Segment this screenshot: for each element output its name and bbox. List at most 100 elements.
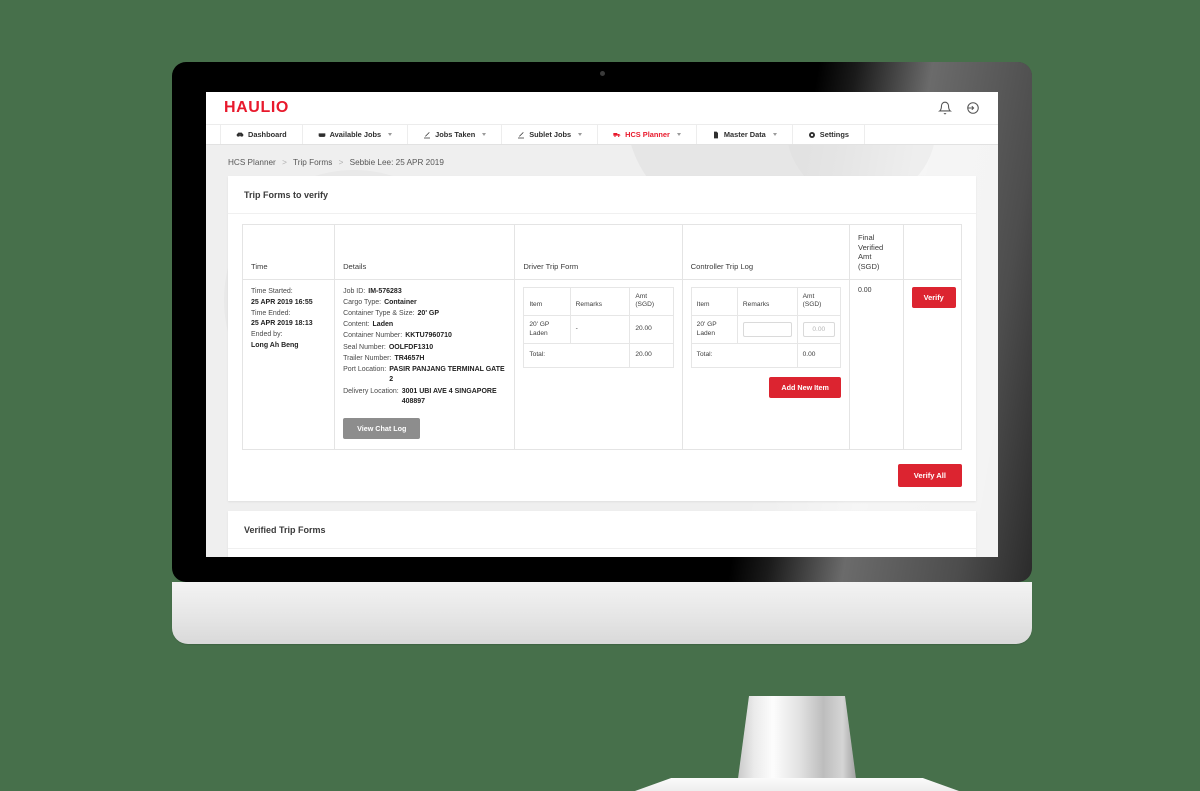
detail-cargo-type: Cargo Type: Container [343, 299, 417, 306]
ended-by-value: Long Ah Beng [251, 342, 299, 350]
breadcrumb-item-trip-forms[interactable]: Trip Forms [293, 158, 332, 167]
haulio-app: HAULIO Dashboard Available Jobs Jobs Tak… [206, 92, 998, 557]
time-started-value: 25 APR 2019 16:55 [251, 298, 313, 306]
topbar-actions [938, 101, 980, 115]
view-chat-log-button[interactable]: View Chat Log [343, 418, 421, 440]
main-navigation: Dashboard Available Jobs Jobs Taken Subl… [206, 124, 998, 145]
table-header-row: Time Details Driver Trip Form Controller… [241, 224, 963, 280]
column-header-time: Time [241, 224, 336, 280]
controller-total-row: Total: 0.00 [690, 343, 841, 369]
controller-item-name: 20' GP Laden [690, 314, 738, 345]
detail-seal-number: Seal Number: OOLFDF1310 [343, 343, 434, 351]
chevron-down-icon [388, 133, 393, 136]
nav-label: Dashboard [248, 130, 287, 139]
driver-item-amt: 20.00 [629, 314, 674, 345]
controller-item-amt-cell [796, 314, 841, 345]
controller-col-amt: Amt (SGD) [796, 286, 841, 317]
breadcrumb-separator: > [338, 158, 344, 167]
gear-icon [808, 131, 816, 139]
column-header-final-verified-amt: Final Verified Amt (SGD) [848, 224, 904, 280]
monitor-chin [172, 582, 1032, 644]
column-header-driver-trip-form: Driver Trip Form [514, 224, 683, 280]
driver-item-remarks: - [569, 314, 631, 345]
nav-label: Sublet Jobs [529, 130, 572, 139]
time-started: Time Started: 25 APR 2019 16:55 Time End… [251, 287, 326, 352]
controller-amt-input[interactable] [802, 322, 835, 338]
column-header-actions [902, 224, 963, 280]
ended-by-label: Ended by: [251, 331, 283, 339]
logout-icon[interactable] [966, 101, 980, 115]
cell-controller-trip-log: Item Remarks Amt (SGD) 20' GP Laden 0.00… [681, 278, 850, 450]
nav-item-hcs-planner[interactable]: HCS Planner [598, 125, 697, 144]
final-line-3: Amt (SGD) [857, 252, 880, 272]
detail-port-location: Port Location: PASIR PANJANG TERMINAL GA… [343, 365, 505, 384]
add-new-item-button[interactable]: Add New Item [769, 377, 841, 399]
cell-details: Job ID: IM-576283 Cargo Type: Container [334, 278, 516, 450]
brand-logo[interactable]: HAULIO [224, 99, 289, 117]
bell-icon[interactable] [938, 101, 952, 115]
column-header-details: Details [334, 224, 516, 280]
nav-item-available-jobs[interactable]: Available Jobs [303, 125, 409, 144]
monitor-stand-base [627, 778, 967, 791]
detail-container-number: Container Number: KKTU7960710 [343, 332, 452, 340]
dashboard-icon [236, 131, 244, 139]
breadcrumb-item-current: Sebbie Lee: 25 APR 2019 [349, 158, 444, 167]
final-line-1: Final [857, 233, 875, 242]
cell-actions: Verify [902, 278, 963, 450]
controller-remarks-input[interactable] [742, 322, 792, 338]
driver-trip-form-table: Item Remarks Amt (SGD) 20' GP Laden - 20… [523, 286, 674, 369]
nav-item-dashboard[interactable]: Dashboard [220, 125, 303, 144]
detail-trailer-number: Trailer Number: TR4657H [343, 354, 425, 362]
cell-final-verified-amt: 0.00 [848, 278, 904, 450]
monitor-mockup: HAULIO Dashboard Available Jobs Jobs Tak… [172, 62, 1032, 791]
cell-driver-trip-form: Item Remarks Amt (SGD) 20' GP Laden - 20… [514, 278, 683, 450]
column-header-controller-trip-log: Controller Trip Log [681, 224, 850, 280]
table-body: Time Started: 25 APR 2019 16:55 Time End… [241, 278, 963, 450]
app-topbar: HAULIO [206, 92, 998, 124]
controller-col-item: Item [690, 286, 738, 317]
controller-total-value: 0.00 [796, 343, 841, 369]
red-truck-icon [613, 131, 621, 139]
truck-icon [318, 131, 326, 139]
nav-item-master-data[interactable]: Master Data [697, 125, 793, 144]
chevron-down-icon [482, 133, 487, 136]
table-row: Time Started: 25 APR 2019 16:55 Time End… [241, 278, 963, 450]
nav-label: Jobs Taken [435, 130, 476, 139]
controller-col-remarks: Remarks [736, 286, 798, 317]
chevron-down-icon [578, 133, 583, 136]
nav-item-sublet-jobs[interactable]: Sublet Jobs [502, 125, 599, 144]
nav-label: HCS Planner [625, 130, 670, 139]
driver-col-amt: Amt (SGD) [629, 286, 674, 317]
controller-table-header: Item Remarks Amt (SGD) [690, 286, 841, 317]
nav-label: Master Data [723, 130, 766, 139]
nav-label: Available Jobs [329, 130, 382, 139]
card-title: Verified Trip Forms [228, 511, 976, 549]
document-icon [712, 131, 720, 139]
verify-button[interactable]: Verify [911, 286, 956, 308]
webcam-dot [600, 71, 605, 76]
detail-delivery-location: Delivery Location: 3001 UBI AVE 4 SINGAP… [343, 387, 497, 406]
verified-trip-forms-card: Verified Trip Forms [228, 510, 976, 557]
table-header: Time Details Driver Trip Form Controller… [241, 224, 963, 280]
verify-all-button[interactable]: Verify All [897, 463, 962, 487]
time-started-label: Time Started: [251, 287, 293, 295]
nav-item-jobs-taken[interactable]: Jobs Taken [408, 125, 503, 144]
monitor-stand-neck [737, 696, 857, 786]
trip-forms-to-verify-card: Trip Forms to verify Time Details Driver… [228, 176, 976, 501]
controller-item-row: 20' GP Laden [690, 314, 841, 345]
detail-job-id: Job ID: IM-576283 [343, 287, 402, 295]
nav-label: Settings [819, 130, 849, 139]
final-line-2: Verified [857, 242, 884, 252]
driver-table-header: Item Remarks Amt (SGD) [523, 286, 674, 317]
breadcrumb-item-hcs-planner[interactable]: HCS Planner [228, 158, 276, 167]
breadcrumb-separator: > [282, 158, 287, 167]
controller-trip-log-table: Item Remarks Amt (SGD) 20' GP Laden 0.00… [690, 286, 841, 369]
driver-total-label: Total: [523, 343, 631, 369]
driver-total-value: 20.00 [629, 343, 674, 369]
pen-icon [517, 131, 525, 139]
time-ended-value: 25 APR 2019 18:13 [251, 320, 313, 328]
time-ended-label: Time Ended: [251, 309, 291, 317]
nav-item-settings[interactable]: Settings [793, 125, 865, 144]
card-body: Time Details Driver Trip Form Controller… [228, 214, 976, 464]
pen-icon [423, 131, 431, 139]
